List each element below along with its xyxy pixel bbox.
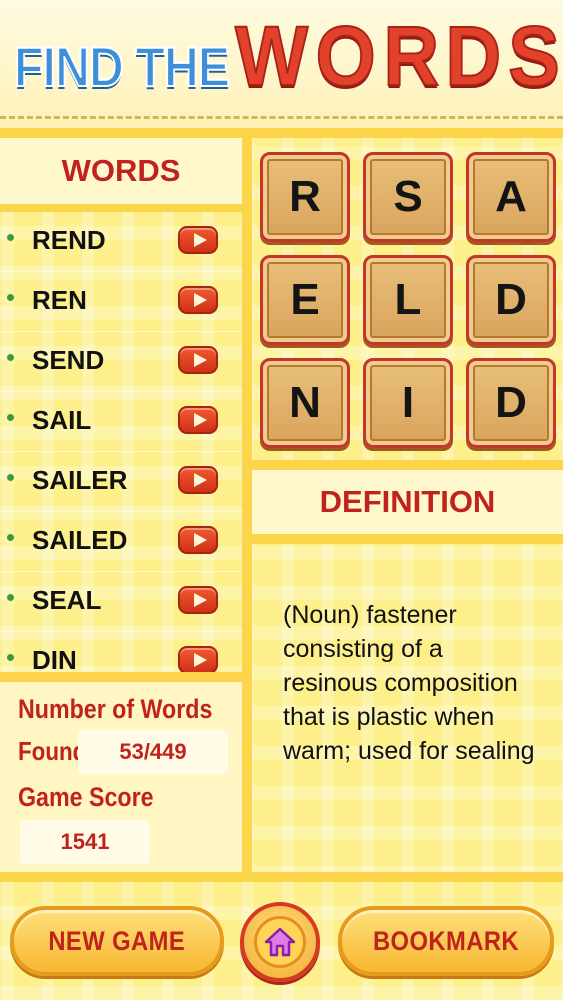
bullet-dot-icon bbox=[7, 354, 14, 361]
found-label: Found bbox=[18, 736, 87, 766]
column-divider bbox=[242, 138, 252, 882]
letter-tile[interactable]: E bbox=[260, 255, 350, 345]
divider bbox=[0, 204, 242, 212]
bullet-dot-icon bbox=[7, 534, 14, 541]
letter-tile[interactable]: S bbox=[363, 152, 453, 242]
play-icon[interactable] bbox=[178, 466, 218, 494]
play-icon[interactable] bbox=[178, 346, 218, 374]
bullet-dot-icon bbox=[7, 654, 14, 661]
word-list-item: REND bbox=[0, 212, 242, 272]
word-list-item: DIN bbox=[0, 632, 242, 672]
bookmark-button[interactable]: BOOKMARK bbox=[338, 906, 554, 976]
letter-board: R S A E L D N I D bbox=[252, 138, 563, 460]
word-list-item: REN bbox=[0, 272, 242, 332]
game-score-label: Game Score bbox=[18, 782, 154, 812]
bullet-dot-icon bbox=[7, 594, 14, 601]
word-text: REND bbox=[32, 225, 106, 255]
word-list-item: SAILED bbox=[0, 512, 242, 572]
play-icon[interactable] bbox=[178, 406, 218, 434]
divider bbox=[252, 460, 563, 470]
letter-tile[interactable]: R bbox=[260, 152, 350, 242]
found-value: 53/449 bbox=[78, 730, 228, 774]
word-list-item: SAIL bbox=[0, 392, 242, 452]
title-main: W O R D S bbox=[232, 9, 562, 103]
definition-title: DEFINITION bbox=[252, 470, 563, 534]
number-of-words-label: Number of Words bbox=[18, 694, 213, 724]
letter-tile[interactable]: I bbox=[363, 358, 453, 448]
play-icon[interactable] bbox=[178, 226, 218, 254]
new-game-label: NEW GAME bbox=[48, 925, 186, 956]
header-divider bbox=[0, 128, 563, 138]
word-text: REN bbox=[32, 285, 87, 315]
title-letter: D bbox=[445, 9, 503, 103]
divider bbox=[252, 534, 563, 544]
letter-tile[interactable]: L bbox=[363, 255, 453, 345]
letter-tile[interactable]: A bbox=[466, 152, 556, 242]
word-list-item: SAILER bbox=[0, 452, 242, 512]
letter-tile[interactable]: D bbox=[466, 255, 556, 345]
header: FIND THE W O R D S bbox=[0, 0, 563, 128]
letter-tile[interactable]: D bbox=[466, 358, 556, 448]
word-text: SAILED bbox=[32, 525, 128, 555]
title-letter: S bbox=[507, 9, 560, 103]
word-text: SAILER bbox=[32, 465, 128, 495]
new-game-button[interactable]: NEW GAME bbox=[10, 906, 224, 976]
game-score-value: 1541 bbox=[20, 820, 150, 864]
definition-text: (Noun) fastener consisting of a resinous… bbox=[283, 601, 535, 765]
title-letter: O bbox=[315, 9, 377, 103]
word-text: SAIL bbox=[32, 405, 92, 435]
bullet-dot-icon bbox=[7, 294, 14, 301]
divider bbox=[0, 872, 563, 882]
bullet-dot-icon bbox=[7, 234, 14, 241]
words-panel-title: WORDS bbox=[0, 138, 242, 204]
home-button[interactable] bbox=[240, 902, 320, 982]
play-icon[interactable] bbox=[178, 586, 218, 614]
home-icon bbox=[264, 927, 296, 957]
title-letter: W bbox=[234, 9, 309, 103]
title-letter: R bbox=[382, 9, 440, 103]
stats-panel: Number of Words Found 53/449 Game Score … bbox=[0, 682, 242, 882]
word-list-item: SEND bbox=[0, 332, 242, 392]
bottom-bar: NEW GAME BOOKMARK bbox=[0, 882, 563, 1000]
bullet-dot-icon bbox=[7, 474, 14, 481]
word-text: SEND bbox=[32, 345, 105, 375]
bullet-dot-icon bbox=[7, 414, 14, 421]
home-button-face bbox=[254, 916, 306, 968]
word-list[interactable]: REND REN SEND SAIL SAILER SAILED SEAL DI… bbox=[0, 212, 242, 672]
letter-tile[interactable]: N bbox=[260, 358, 350, 448]
bookmark-label: BOOKMARK bbox=[372, 925, 520, 956]
word-text: SEAL bbox=[32, 585, 102, 615]
play-icon[interactable] bbox=[178, 526, 218, 554]
divider bbox=[0, 672, 242, 682]
words-panel: WORDS REND REN SEND SAIL SAILER SAILED S… bbox=[0, 138, 242, 882]
play-icon[interactable] bbox=[178, 646, 218, 672]
header-stitch-divider bbox=[0, 116, 563, 128]
title-prefix: FIND THE bbox=[13, 34, 231, 99]
word-list-item: SEAL bbox=[0, 572, 242, 632]
word-text: DIN bbox=[32, 645, 77, 672]
play-icon[interactable] bbox=[178, 286, 218, 314]
